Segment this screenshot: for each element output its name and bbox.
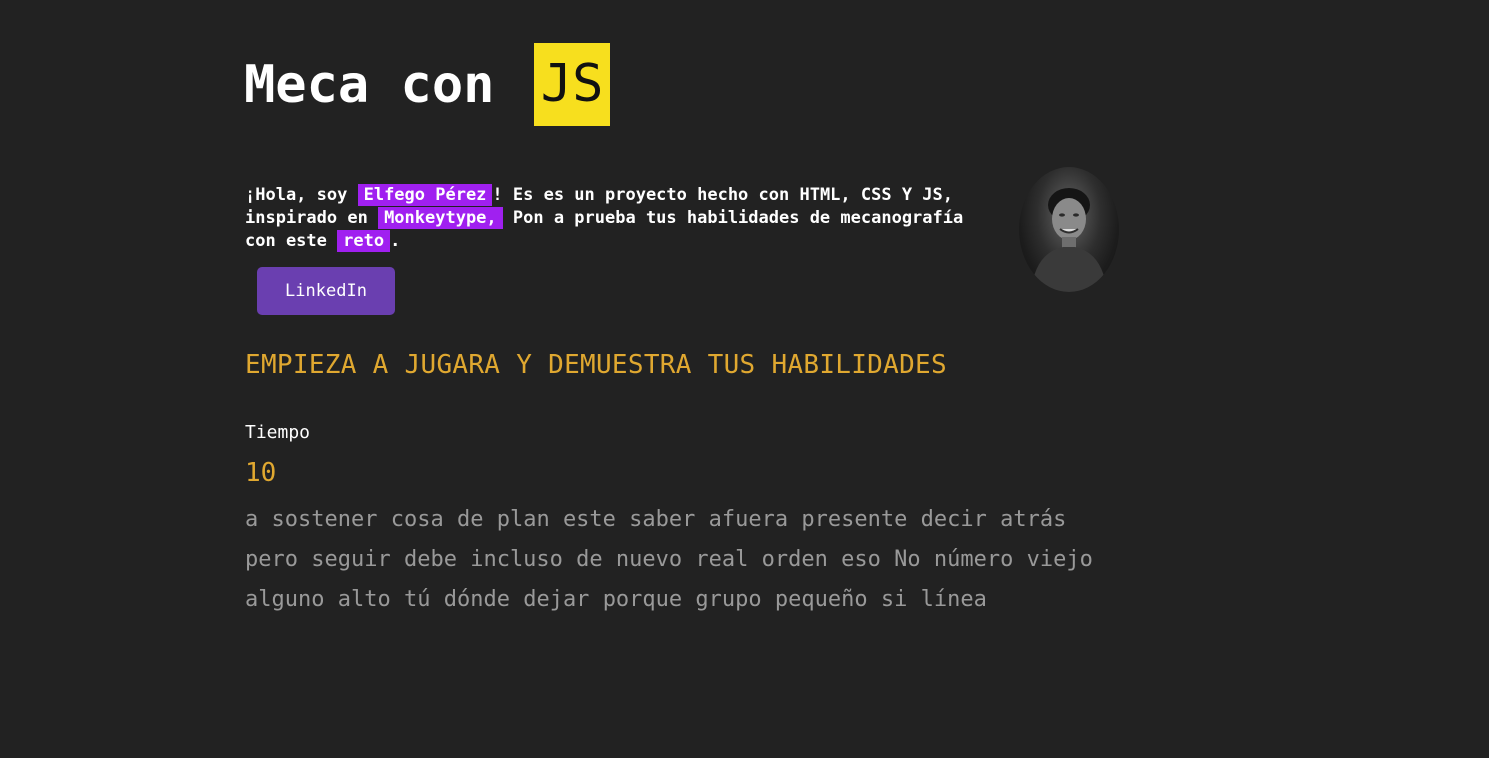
typing-word: este <box>562 507 616 532</box>
typing-word: decir <box>920 507 987 532</box>
typing-word: afuera <box>708 507 789 532</box>
typing-word: grupo <box>695 587 762 612</box>
linkedin-button[interactable]: LinkedIn <box>257 267 395 315</box>
js-badge: JS <box>533 43 611 126</box>
typing-word: seguir <box>311 547 391 572</box>
profile-photo-icon <box>1031 188 1107 292</box>
typing-word: No <box>894 547 921 572</box>
time-label: Tiempo <box>245 422 311 443</box>
typing-word: debe <box>403 547 457 572</box>
typing-word: pequeño <box>774 587 868 612</box>
typing-word: nuevo <box>615 547 683 572</box>
monkeytype-link[interactable]: Monkeytype, <box>378 207 503 229</box>
typing-word: presente <box>801 507 908 532</box>
game-subtitle: EMPIEZA A JUGARA Y DEMUESTRA TUS HABILID… <box>245 350 947 380</box>
typing-word: sostener <box>271 507 378 532</box>
avatar <box>1019 167 1119 292</box>
typing-word: atrás <box>1000 507 1067 532</box>
typing-word: tú <box>403 587 431 612</box>
typing-word: viejo <box>1026 547 1093 572</box>
intro-text-4: . <box>390 231 401 251</box>
page-title: Meca con JS <box>244 43 611 126</box>
typing-word: si <box>880 587 908 612</box>
intro-text-1: ¡Hola, soy <box>245 185 358 205</box>
typing-word: incluso <box>470 547 563 572</box>
time-value: 10 <box>245 458 277 488</box>
reto-highlight: reto <box>337 230 391 252</box>
intro-paragraph: ¡Hola, soy Elfego Pérez! Es es un proyec… <box>245 184 985 253</box>
typing-word: línea <box>920 587 987 612</box>
typing-word: de <box>456 507 484 532</box>
typing-word: saber <box>629 507 696 532</box>
typing-word: de <box>576 547 603 572</box>
typing-word: alguno <box>245 587 325 612</box>
typing-word: a <box>245 507 259 532</box>
title-text: Meca con <box>244 54 526 115</box>
typing-word: alto <box>337 587 391 612</box>
typing-word: pero <box>245 547 298 572</box>
typing-word: plan <box>496 507 550 532</box>
typing-word: dónde <box>443 587 510 612</box>
typing-word: orden <box>761 547 828 572</box>
typing-word: eso <box>841 547 881 572</box>
typing-word: real <box>695 547 749 572</box>
typing-word: número <box>933 547 1014 572</box>
typing-word: dejar <box>523 587 590 612</box>
page: Meca con JS ¡Hola, soy Elfego Pérez! Es … <box>0 0 1489 758</box>
author-name-highlight: Elfego Pérez <box>357 184 493 206</box>
typing-word: porque <box>602 587 683 612</box>
typing-word: cosa <box>390 507 444 532</box>
typing-words-area[interactable]: a sostener cosa de plan este saber afuer… <box>245 500 1125 620</box>
